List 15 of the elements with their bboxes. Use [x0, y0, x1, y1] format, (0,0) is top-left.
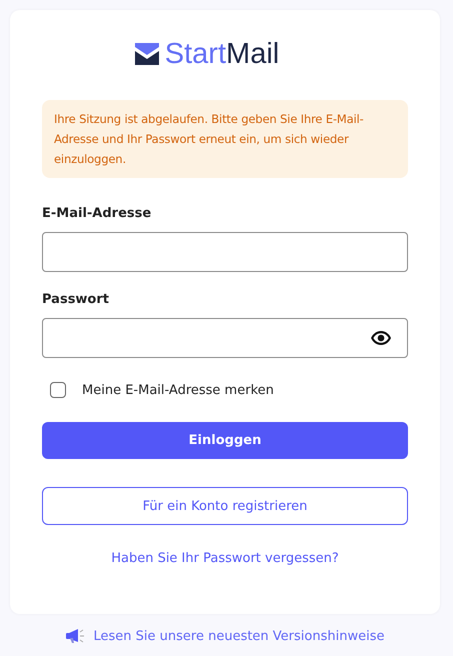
password-field[interactable]	[42, 318, 408, 358]
envelope-icon	[134, 43, 159, 65]
remember-checkbox[interactable]	[50, 382, 66, 398]
field-label: E-Mail-Adresse	[42, 206, 152, 222]
logo: StartMail	[164, 38, 280, 70]
email-field[interactable]	[42, 232, 408, 272]
megaphone-icon	[66, 628, 86, 644]
forgot-password-link[interactable]: Haben Sie Ihr Passwort vergessen?	[111, 551, 339, 566]
remember-label: Meine E-Mail-Adresse merken	[82, 382, 274, 398]
register-button[interactable]: Für ein Konto registrieren	[42, 487, 408, 525]
release-notes-link[interactable]: Lesen Sie unsere neuesten Versionshinweise	[94, 628, 384, 644]
eye-icon[interactable]	[371, 331, 391, 345]
session-expired-alert: Ihre Sitzung ist abgelaufen. Bitte geben Sie Ihre E-Mail-Adresse und Ihr Passwort erneut ein, um sich wieder einzuloggen.	[42, 100, 408, 178]
field-label: Passwort	[42, 292, 110, 308]
login-button[interactable]: Einloggen	[42, 422, 408, 459]
